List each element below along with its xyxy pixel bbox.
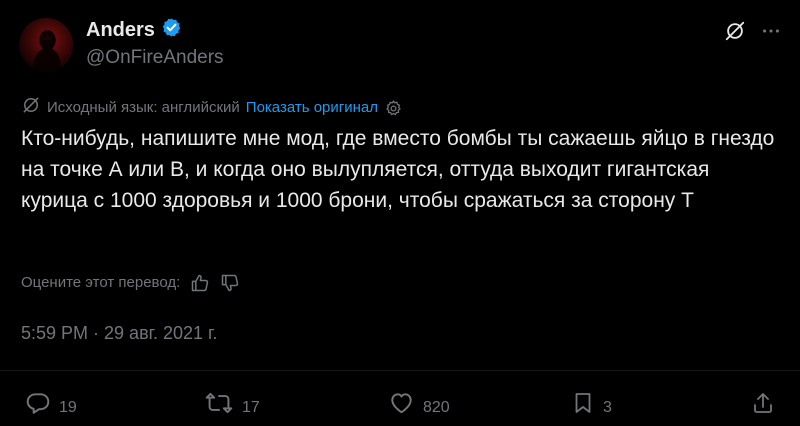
author-handle[interactable]: @OnFireAnders	[86, 47, 224, 69]
gear-icon[interactable]	[384, 99, 403, 118]
source-language-label: Исходный язык: английский	[47, 99, 240, 116]
translate-icon	[21, 95, 41, 121]
rate-translation-label: Оцените этот перевод:	[21, 274, 181, 291]
tweet-action-bar: 19 17 820 3	[0, 390, 800, 418]
bookmark-button[interactable]: 3	[571, 390, 612, 426]
retweet-icon	[204, 390, 234, 426]
avatar-image	[33, 30, 61, 72]
retweet-button[interactable]: 17	[204, 390, 260, 426]
thumbs-down-icon[interactable]	[220, 273, 240, 293]
reply-icon	[25, 390, 51, 426]
author-name-row: Anders	[86, 17, 182, 43]
translation-rating: Оцените этот перевод:	[21, 273, 240, 293]
tweet-timestamp[interactable]: 5:59 PM · 29 авг. 2021 г.	[21, 322, 217, 344]
verified-badge-icon	[161, 17, 182, 43]
retweet-count: 17	[242, 399, 260, 416]
share-icon	[751, 390, 775, 426]
bookmark-icon	[571, 390, 595, 426]
tweet-top-actions	[724, 20, 782, 42]
grok-icon[interactable]	[724, 20, 746, 42]
share-button[interactable]	[751, 390, 775, 426]
author-display-name[interactable]: Anders	[86, 18, 155, 42]
avatar[interactable]	[19, 18, 73, 72]
translation-info: Исходный язык: английский Показать ориги…	[21, 95, 403, 121]
thumbs-up-icon[interactable]	[190, 273, 210, 293]
heart-icon	[388, 390, 415, 426]
reply-count: 19	[59, 399, 77, 416]
more-icon[interactable]	[760, 20, 782, 42]
like-button[interactable]: 820	[388, 390, 450, 426]
bookmark-count: 3	[603, 399, 612, 416]
divider	[0, 370, 800, 371]
show-original-link[interactable]: Показать оригинал	[246, 98, 378, 118]
like-count: 820	[423, 399, 450, 416]
tweet-text: Кто-нибудь, напишите мне мод, где вместо…	[21, 127, 775, 212]
reply-button[interactable]: 19	[25, 390, 77, 426]
